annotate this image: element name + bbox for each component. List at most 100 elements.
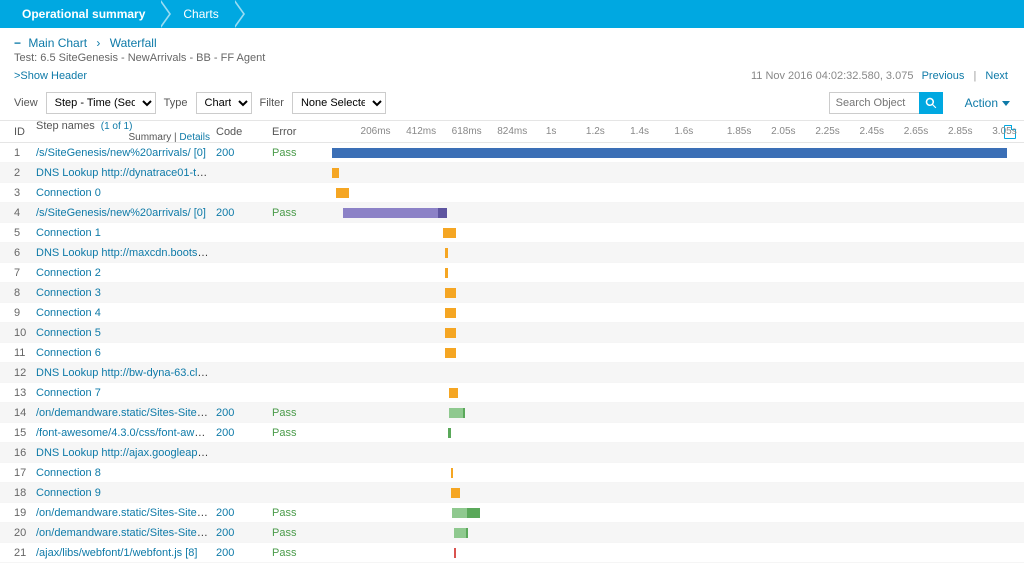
test-name: 6.5 SiteGenesis - NewArrivals - BB - FF …: [40, 52, 265, 64]
main-chart-link[interactable]: Main Chart: [28, 36, 87, 50]
timing-bar[interactable]: [438, 208, 447, 218]
breadcrumb-operational-summary[interactable]: Operational summary: [12, 0, 161, 28]
table-row[interactable]: 16 DNS Lookup http://ajax.googleapis.com: [0, 443, 330, 463]
table-row[interactable]: 20 /on/demandware.static/Sites-Site/-/-/…: [0, 523, 330, 543]
step-link[interactable]: /on/demandware.static/Sites-Site/-/-/int…: [36, 527, 216, 539]
step-link[interactable]: Connection 9: [36, 487, 101, 499]
table-row[interactable]: 21 /ajax/libs/webfont/1/webfont.js [8] 2…: [0, 543, 330, 563]
timing-bar[interactable]: [449, 408, 462, 418]
table-row[interactable]: 8 Connection 3: [0, 283, 330, 303]
table-row[interactable]: 3 Connection 0: [0, 183, 330, 203]
step-link[interactable]: Connection 3: [36, 287, 101, 299]
header-error[interactable]: Error: [272, 126, 322, 138]
table-row[interactable]: 15 /font-awesome/4.3.0/css/font-awesome.…: [0, 423, 330, 443]
search-button[interactable]: [919, 92, 943, 114]
header-id[interactable]: ID: [14, 126, 36, 138]
controls-bar: View Step - Time (Sequential) Type Chart…: [0, 88, 1024, 121]
filter-select[interactable]: None Selected: [292, 92, 386, 114]
step-link[interactable]: Connection 4: [36, 307, 101, 319]
table-row[interactable]: 11 Connection 6: [0, 343, 330, 363]
table-row[interactable]: 7 Connection 2: [0, 263, 330, 283]
table-row[interactable]: 19 /on/demandware.static/Sites-SiteGenes…: [0, 503, 330, 523]
step-link[interactable]: DNS Lookup http://bw-dyna-63.cloudapp.ne…: [36, 367, 216, 379]
timing-bar[interactable]: [332, 168, 339, 178]
timeline-tick: 1.4s: [630, 126, 649, 137]
step-link[interactable]: Connection 2: [36, 267, 101, 279]
timing-bar[interactable]: [445, 248, 448, 258]
waterfall-link[interactable]: Waterfall: [110, 36, 157, 50]
timing-bar[interactable]: [443, 228, 456, 238]
timing-bar[interactable]: [343, 208, 438, 218]
step-link[interactable]: Connection 6: [36, 347, 101, 359]
timing-bar[interactable]: [445, 288, 456, 298]
timing-bar[interactable]: [454, 548, 456, 558]
table-row[interactable]: 12 DNS Lookup http://bw-dyna-63.cloudapp…: [0, 363, 330, 383]
timing-bar[interactable]: [445, 348, 456, 358]
timeline-row: [330, 523, 1024, 543]
header-step-names[interactable]: Step names (1 of 1) Summary | Details: [36, 120, 216, 143]
next-link[interactable]: Next: [985, 70, 1008, 82]
previous-link[interactable]: Previous: [922, 70, 965, 82]
step-link[interactable]: DNS Lookup http://maxcdn.bootstrapcdn.c…: [36, 247, 216, 259]
step-link[interactable]: /s/SiteGenesis/new%20arrivals/ [0]: [36, 147, 206, 159]
step-link[interactable]: /on/demandware.static/Sites-SiteGenesis-…: [36, 507, 216, 519]
show-header-link[interactable]: >Show Header: [14, 70, 87, 82]
timeline-tick: 2.45s: [860, 126, 884, 137]
step-link[interactable]: Connection 7: [36, 387, 101, 399]
view-select[interactable]: Step - Time (Sequential): [46, 92, 156, 114]
table-row[interactable]: 10 Connection 5: [0, 323, 330, 343]
timing-bar[interactable]: [466, 528, 468, 538]
timing-bar[interactable]: [454, 528, 466, 538]
step-link[interactable]: /s/SiteGenesis/new%20arrivals/ [0]: [36, 207, 206, 219]
table-row[interactable]: 4 /s/SiteGenesis/new%20arrivals/ [0] 200…: [0, 203, 330, 223]
table-row[interactable]: 9 Connection 4: [0, 303, 330, 323]
step-link[interactable]: Connection 8: [36, 467, 101, 479]
step-link[interactable]: DNS Lookup http://ajax.googleapis.com: [36, 447, 216, 459]
timing-bar[interactable]: [451, 488, 461, 498]
timing-bar[interactable]: [336, 188, 349, 198]
timing-bar[interactable]: [451, 468, 453, 478]
timing-bar[interactable]: [445, 268, 448, 278]
table-row[interactable]: 6 DNS Lookup http://maxcdn.bootstrapcdn.…: [0, 243, 330, 263]
table-row[interactable]: 17 Connection 8: [0, 463, 330, 483]
collapse-icon[interactable]: −: [14, 36, 21, 50]
timeline-row: [330, 463, 1024, 483]
timeline-row: [330, 163, 1024, 183]
step-link[interactable]: /ajax/libs/webfont/1/webfont.js [8]: [36, 547, 197, 559]
step-link[interactable]: Connection 1: [36, 227, 101, 239]
timing-bar[interactable]: [452, 508, 467, 518]
timeline-header: 206ms412ms618ms824ms1s1.2s1.4s1.6s1.85s2…: [330, 121, 1024, 143]
chart-breadcrumb: − Main Chart › Waterfall: [14, 36, 1010, 50]
timeline-tick: 2.85s: [948, 126, 972, 137]
timing-bar[interactable]: [467, 508, 480, 518]
step-link[interactable]: DNS Lookup http://dynatrace01-tech-prtn…: [36, 167, 216, 179]
table-row[interactable]: 1 /s/SiteGenesis/new%20arrivals/ [0] 200…: [0, 143, 330, 163]
timeline-tick: 206ms: [361, 126, 391, 137]
step-link[interactable]: /on/demandware.static/Sites-SiteGenesis-…: [36, 407, 216, 419]
timeline-tick: 3.05s: [992, 126, 1016, 137]
step-link[interactable]: Connection 0: [36, 187, 101, 199]
timeline-tick: 2.65s: [904, 126, 928, 137]
table-row[interactable]: 13 Connection 7: [0, 383, 330, 403]
header-code[interactable]: Code: [216, 126, 272, 138]
timeline-row: [330, 423, 1024, 443]
timing-bar[interactable]: [449, 388, 458, 398]
timing-bar[interactable]: [445, 308, 456, 318]
timing-bar[interactable]: [332, 148, 1006, 158]
timing-bar[interactable]: [448, 428, 451, 438]
step-link[interactable]: /font-awesome/4.3.0/css/font-awesome.mi…: [36, 427, 216, 439]
timing-bar[interactable]: [463, 408, 465, 418]
timeline-row: [330, 143, 1024, 163]
breadcrumb-charts[interactable]: Charts: [173, 0, 234, 28]
step-link[interactable]: Connection 5: [36, 327, 101, 339]
timestamp: 11 Nov 2016 04:02:32.580, 3.075: [751, 70, 914, 82]
timing-bar[interactable]: [445, 328, 456, 338]
table-row[interactable]: 5 Connection 1: [0, 223, 330, 243]
action-menu[interactable]: Action: [965, 96, 1010, 110]
table-row[interactable]: 2 DNS Lookup http://dynatrace01-tech-prt…: [0, 163, 330, 183]
table-row[interactable]: 14 /on/demandware.static/Sites-SiteGenes…: [0, 403, 330, 423]
type-select[interactable]: Chart: [196, 92, 252, 114]
timeline-row: [330, 383, 1024, 403]
search-input[interactable]: [829, 92, 919, 114]
table-row[interactable]: 18 Connection 9: [0, 483, 330, 503]
